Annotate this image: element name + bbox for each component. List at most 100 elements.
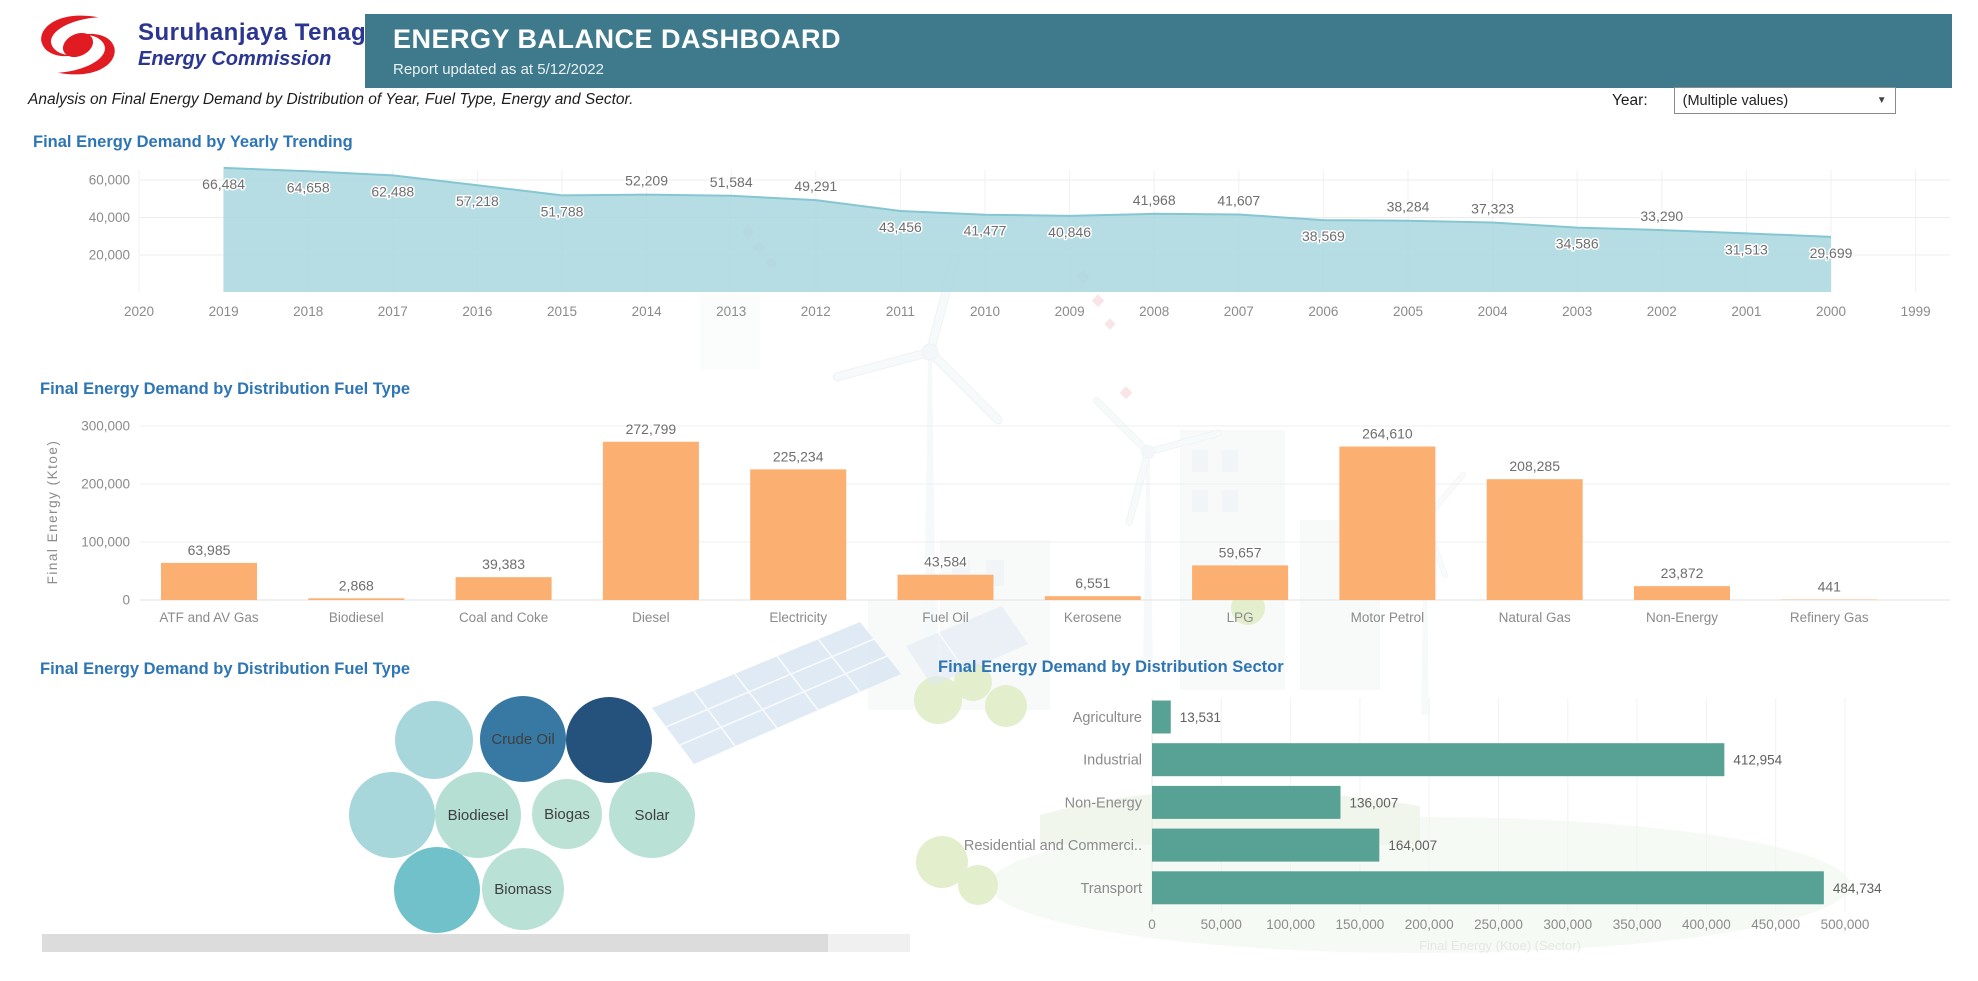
bar-Non-Energy[interactable] xyxy=(1152,786,1341,819)
value-label: 49,291 xyxy=(794,178,837,194)
x-axis-category-label: Biodiesel xyxy=(329,610,384,625)
bar-Motor Petrol[interactable] xyxy=(1339,447,1435,600)
x-axis-tick-label: 400,000 xyxy=(1682,917,1731,932)
value-label: 412,954 xyxy=(1733,753,1782,768)
x-axis-category-label: Motor Petrol xyxy=(1351,610,1425,625)
value-label: 136,007 xyxy=(1350,795,1399,810)
x-axis-year-label: 2019 xyxy=(209,304,239,319)
x-axis-year-label: 2001 xyxy=(1731,304,1761,319)
value-label: 2,868 xyxy=(339,577,374,593)
bar-Fuel Oil[interactable] xyxy=(898,575,994,600)
x-axis-tick-label: 450,000 xyxy=(1751,917,1800,932)
value-label: 484,734 xyxy=(1833,881,1882,896)
energy-balance-dashboard: Suruhanjaya Tenaga Energy Commission ENE… xyxy=(0,0,1978,981)
bar-Industrial[interactable] xyxy=(1152,743,1724,776)
horizontal-scrollbar[interactable] xyxy=(42,934,910,952)
bar-LPG[interactable] xyxy=(1192,565,1288,600)
x-axis-year-label: 2000 xyxy=(1816,304,1846,319)
y-axis-tick-label: 300,000 xyxy=(81,419,130,434)
value-label: 272,799 xyxy=(626,421,677,437)
fuel-type-bubble-chart[interactable]: Crude OilBiodieselBiogasSolarBiomass xyxy=(349,696,695,933)
row-category-label: Transport xyxy=(1080,881,1142,897)
bubble-unlabeled[interactable] xyxy=(566,697,652,783)
bar-Coal and Coke[interactable] xyxy=(456,577,552,600)
value-label: 6,551 xyxy=(1075,575,1110,591)
value-label: 52,209 xyxy=(625,173,668,189)
x-axis-year-label: 1999 xyxy=(1901,304,1931,319)
fuel-type-bar-chart[interactable]: 300,000200,000100,0000Final Energy (Ktoe… xyxy=(45,419,1950,626)
row-category-label: Residential and Commerci.. xyxy=(964,838,1142,854)
bar-Electricity[interactable] xyxy=(750,469,846,600)
x-axis-tick-label: 350,000 xyxy=(1613,917,1662,932)
bar-Diesel[interactable] xyxy=(603,442,699,600)
value-label: 264,610 xyxy=(1362,426,1413,442)
x-axis-category-label: Coal and Coke xyxy=(459,610,548,625)
bar-Agriculture[interactable] xyxy=(1152,701,1171,734)
scrollbar-thumb[interactable] xyxy=(42,934,828,952)
value-label: 164,007 xyxy=(1388,838,1437,853)
x-axis-category-label: Diesel xyxy=(632,610,670,625)
bar-Biodiesel[interactable] xyxy=(308,598,404,600)
bubble-unlabeled[interactable] xyxy=(394,847,480,933)
suruhanjaya-tenaga-logo: Suruhanjaya Tenaga Energy Commission xyxy=(26,8,380,82)
value-label: 63,985 xyxy=(188,542,231,558)
x-axis-tick-label: 0 xyxy=(1148,917,1156,932)
value-label: 41,607 xyxy=(1217,192,1260,208)
dashboard-title: ENERGY BALANCE DASHBOARD xyxy=(393,24,1952,55)
y-axis-tick-label: 200,000 xyxy=(81,477,130,492)
x-axis-year-label: 2004 xyxy=(1478,304,1509,319)
logo-org-subtitle: Energy Commission xyxy=(138,49,380,70)
x-axis-category-label: Electricity xyxy=(769,610,827,625)
value-label: 225,234 xyxy=(773,448,824,464)
x-axis-year-label: 2020 xyxy=(124,304,154,319)
x-axis-tick-label: 100,000 xyxy=(1266,917,1315,932)
bubble-unlabeled[interactable] xyxy=(395,701,473,779)
trending-chart-title: Final Energy Demand by Yearly Trending xyxy=(33,133,353,152)
x-axis-category-label: Kerosene xyxy=(1064,610,1122,625)
x-axis-year-label: 2009 xyxy=(1055,304,1085,319)
value-label: 31,513 xyxy=(1725,241,1768,257)
bar-ATF and AV Gas[interactable] xyxy=(161,563,257,600)
value-label: 33,290 xyxy=(1640,208,1683,224)
x-axis-tick-label: 200,000 xyxy=(1405,917,1454,932)
bar-Natural Gas[interactable] xyxy=(1487,479,1583,600)
x-axis-tick-label: 250,000 xyxy=(1474,917,1523,932)
value-label: 51,584 xyxy=(710,174,753,190)
x-axis-category-label: ATF and AV Gas xyxy=(159,610,259,625)
bar-Kerosene[interactable] xyxy=(1045,596,1141,600)
value-label: 59,657 xyxy=(1219,544,1262,560)
fuel-bubble-chart-title: Final Energy Demand by Distribution Fuel… xyxy=(40,660,410,679)
x-axis-year-label: 2011 xyxy=(886,304,915,319)
value-label: 43,584 xyxy=(924,554,967,570)
value-label: 41,968 xyxy=(1133,192,1176,208)
logo-org-name: Suruhanjaya Tenaga xyxy=(138,20,380,45)
x-axis-category-label: Natural Gas xyxy=(1499,610,1571,625)
y-axis-tick-label: 100,000 xyxy=(81,535,130,550)
header-band: ENERGY BALANCE DASHBOARD Report updated … xyxy=(365,14,1952,88)
value-label: 40,846 xyxy=(1048,224,1091,240)
bar-Non-Energy[interactable] xyxy=(1634,586,1730,600)
x-axis-year-label: 2010 xyxy=(970,304,1000,319)
sector-bar-chart[interactable]: 050,000100,000150,000200,000250,000300,0… xyxy=(964,698,1882,953)
fuel-bar-chart-title: Final Energy Demand by Distribution Fuel… xyxy=(40,380,410,399)
bar-Residential and Commerci..[interactable] xyxy=(1152,829,1379,862)
value-label: 66,484 xyxy=(202,176,245,192)
year-filter-dropdown[interactable]: (Multiple values) ▼ xyxy=(1674,87,1896,114)
trending-area-chart[interactable]: 2020201920182017201620152014201320122011… xyxy=(89,168,1950,319)
value-label: 39,383 xyxy=(482,556,525,572)
value-label: 441 xyxy=(1818,579,1842,595)
sector-chart-title: Final Energy Demand by Distribution Sect… xyxy=(938,658,1284,677)
value-label: 62,488 xyxy=(371,183,414,199)
x-axis-category-label: Refinery Gas xyxy=(1790,610,1869,625)
value-label: 208,285 xyxy=(1509,458,1560,474)
x-axis-title: Final Energy (Ktoe) (Sector) xyxy=(1419,938,1581,953)
x-axis-year-label: 2005 xyxy=(1393,304,1423,319)
bar-Transport[interactable] xyxy=(1152,871,1824,904)
report-updated-text: Report updated as at 5/12/2022 xyxy=(393,61,1952,78)
trending-area[interactable] xyxy=(224,168,1831,292)
bubble-unlabeled[interactable] xyxy=(349,772,435,858)
x-axis-year-label: 2003 xyxy=(1562,304,1592,319)
bubble-label: Solar xyxy=(634,807,669,824)
y-axis-tick-label: 40,000 xyxy=(89,210,130,225)
bubble-label: Biogas xyxy=(544,806,590,823)
